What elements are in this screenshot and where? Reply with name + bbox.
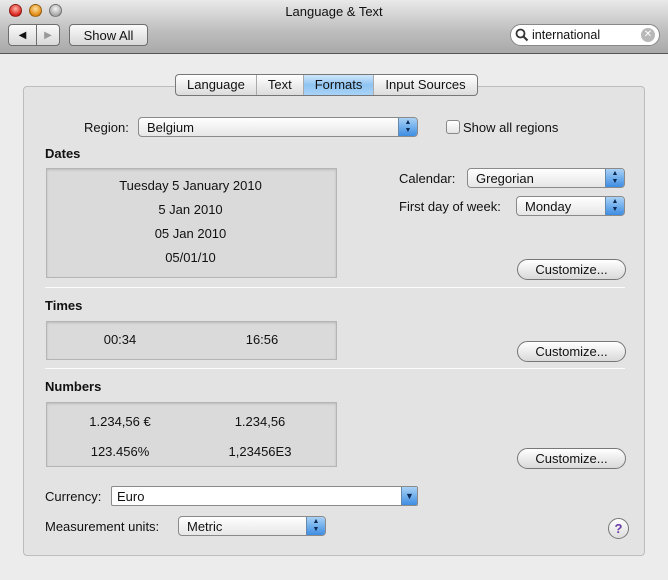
time-24h: 00:34	[103, 332, 137, 347]
times-sample-box: 00:34 16:56	[46, 321, 337, 360]
search-input[interactable]: international	[532, 28, 600, 42]
help-button[interactable]: ?	[608, 518, 629, 539]
updown-arrows-icon: ▲ ▼	[605, 197, 624, 215]
first-day-label: First day of week:	[399, 199, 501, 214]
times-heading: Times	[45, 298, 83, 313]
show-all-regions-label: Show all regions	[463, 120, 559, 135]
dates-heading: Dates	[45, 146, 81, 161]
currency-combobox[interactable]: Euro ▼	[111, 486, 418, 506]
tab-text[interactable]: Text	[257, 75, 304, 95]
measurement-value: Metric	[187, 518, 223, 534]
date-medium: 05 Jan 2010	[154, 226, 227, 241]
show-all-regions-checkbox[interactable]	[446, 120, 460, 134]
show-all-button[interactable]: Show All	[69, 24, 148, 46]
number-scientific: 1,23456E3	[228, 444, 292, 459]
numbers-heading: Numbers	[45, 379, 102, 394]
numbers-customize-button[interactable]: Customize...	[517, 448, 626, 469]
dates-sample-box: Tuesday 5 January 2010 5 Jan 2010 05 Jan…	[46, 168, 337, 278]
region-value: Belgium	[147, 119, 194, 135]
tab-bar: Language Text Formats Input Sources	[175, 74, 478, 96]
divider	[45, 368, 625, 369]
divider	[45, 287, 625, 288]
times-customize-button[interactable]: Customize...	[517, 341, 626, 362]
currency-label: Currency:	[45, 489, 102, 504]
calendar-popup[interactable]: Gregorian ▲ ▼	[467, 168, 625, 188]
time-pm: 16:56	[245, 332, 279, 347]
number-currency: 1.234,56 €	[89, 414, 151, 429]
tab-input-sources[interactable]: Input Sources	[374, 75, 476, 95]
currency-value: Euro	[117, 488, 145, 504]
numbers-sample-box: 1.234,56 € 1.234,56 123.456% 1,23456E3	[46, 402, 337, 467]
region-popup[interactable]: Belgium ▲ ▼	[138, 117, 418, 137]
window-title: Language & Text	[285, 4, 383, 19]
calendar-label: Calendar:	[399, 171, 456, 186]
date-short: 05/01/10	[165, 250, 216, 265]
calendar-value: Gregorian	[476, 170, 534, 186]
dropdown-arrow-icon: ▼	[401, 487, 417, 505]
date-full: Tuesday 5 January 2010	[119, 178, 262, 193]
title-bar: Language & Text ◀ ▶ Show All internation…	[0, 0, 668, 54]
back-arrow-icon: ◀	[18, 29, 27, 41]
back-button[interactable]: ◀	[8, 24, 37, 46]
measurement-popup[interactable]: Metric ▲ ▼	[178, 516, 326, 536]
date-long: 5 Jan 2010	[158, 202, 223, 217]
number-percent: 123.456%	[90, 444, 150, 459]
clear-icon[interactable]: ✕	[641, 28, 655, 42]
dates-customize-button[interactable]: Customize...	[517, 259, 626, 280]
updown-arrows-icon: ▲ ▼	[605, 169, 624, 187]
forward-arrow-icon: ▶	[44, 29, 52, 41]
tab-language[interactable]: Language	[176, 75, 257, 95]
updown-arrows-icon: ▲ ▼	[398, 118, 417, 136]
search-field[interactable]: international ✕	[510, 24, 660, 46]
number-decimal: 1.234,56	[234, 414, 286, 429]
first-day-popup[interactable]: Monday ▲ ▼	[516, 196, 625, 216]
updown-arrows-icon: ▲ ▼	[306, 517, 325, 535]
first-day-value: Monday	[525, 198, 572, 214]
measurement-label: Measurement units:	[45, 519, 160, 534]
region-label: Region:	[84, 120, 129, 135]
tab-formats[interactable]: Formats	[303, 75, 375, 95]
magnifier-icon	[515, 28, 529, 42]
forward-button[interactable]: ▶	[36, 24, 60, 46]
